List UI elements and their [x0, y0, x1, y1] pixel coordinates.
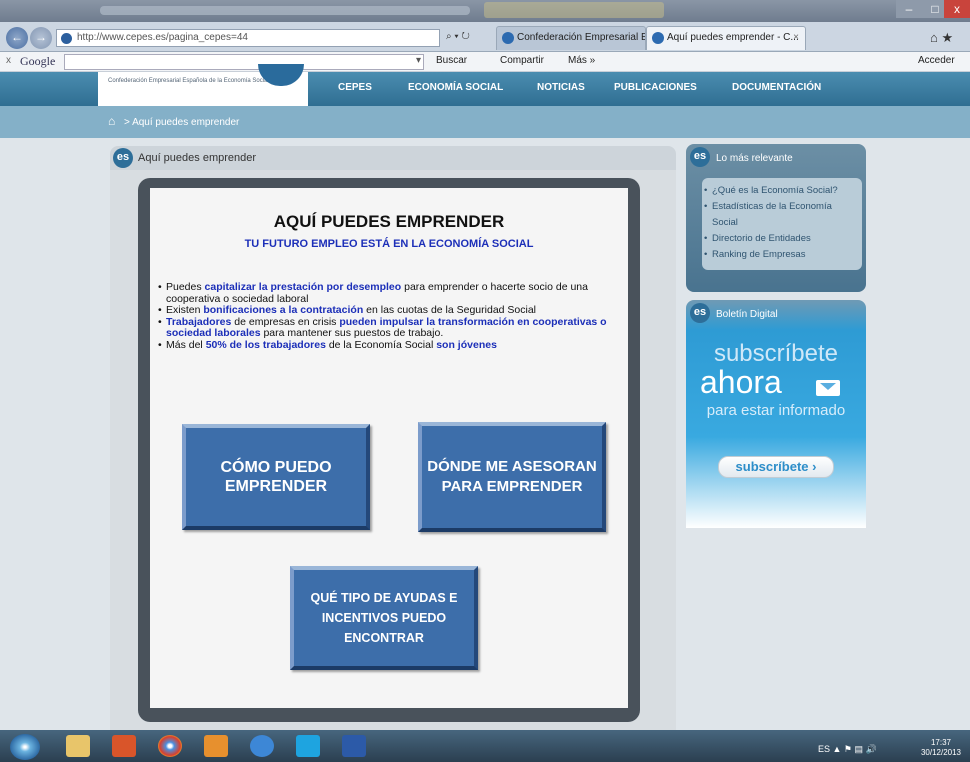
chevron-down-icon[interactable]: ▾	[416, 55, 421, 66]
tab-label: Confederación Empresarial Esp...	[517, 32, 645, 43]
relevante-item-ranking[interactable]: Ranking de Empresas	[704, 247, 860, 263]
menu-economia-social[interactable]: ECONOMÍA SOCIAL	[408, 82, 503, 93]
content-header-title: Aquí puedes emprender	[138, 152, 257, 164]
como-puedo-emprender-button[interactable]: CÓMO PUEDO EMPRENDER	[182, 424, 370, 530]
bullet-highlight: bonificaciones a la contratación	[203, 304, 364, 316]
clock[interactable]: 17:37 30/12/2013	[918, 738, 964, 758]
internet-explorer-icon[interactable]	[250, 735, 274, 757]
word-icon[interactable]	[342, 735, 366, 757]
list-item: Puedes capitalizar la prestación por des…	[158, 281, 618, 305]
subscribe-button[interactable]: subscríbete ›	[718, 456, 834, 478]
boletin-title: Boletín Digital	[716, 309, 778, 320]
back-button[interactable]: ←	[6, 27, 28, 49]
logo-text: Confederación Empresarial Española de la…	[108, 78, 269, 84]
tab-aqui-puedes-emprender[interactable]: Aquí puedes emprender - C... ×	[646, 26, 806, 50]
address-text: http://www.cepes.es/pagina_cepes=44	[77, 32, 248, 43]
list-item: Más del 50% de los trabajadores de la Ec…	[158, 338, 618, 352]
menu-noticias[interactable]: NOTICIAS	[537, 82, 585, 93]
bullet-highlight: Trabajadores	[166, 315, 232, 328]
es-logo-icon: es	[690, 147, 710, 167]
system-tray[interactable]: ES ▲ ⚑ ▤ 🔊	[818, 744, 877, 755]
menu-cepes[interactable]: CEPES	[338, 82, 372, 93]
bullet-highlight: son jóvenes	[436, 338, 497, 351]
toolbar-close-icon[interactable]: x	[6, 55, 11, 66]
bullet-text: para mantener sus puestos de trabajo.	[260, 327, 444, 339]
minimize-button[interactable]: –	[896, 0, 922, 18]
window-title	[100, 6, 470, 15]
google-search-input[interactable]	[64, 54, 424, 70]
content-header: es Aquí puedes emprender	[110, 146, 676, 170]
es-logo-icon: es	[690, 303, 710, 323]
bullet-text: de empresas en crisis	[231, 315, 340, 328]
start-button-icon[interactable]	[10, 734, 40, 760]
address-bar[interactable]: http://www.cepes.es/pagina_cepes=44	[56, 29, 440, 47]
relevante-item-directorio[interactable]: Directorio de Entidades	[704, 231, 860, 247]
tab-label: Aquí puedes emprender - C...	[667, 32, 799, 43]
acceder-button[interactable]: Acceder	[918, 55, 955, 66]
language-indicator[interactable]: ES	[818, 744, 830, 754]
bullet-highlight: capitalizar la prestación por desempleo	[204, 281, 402, 293]
title-highlight	[484, 2, 664, 18]
page-title: AQUÍ PUEDES EMPRENDER	[273, 212, 505, 231]
clock-date: 30/12/2013	[920, 748, 962, 757]
window-titlebar: – □ x	[0, 0, 970, 22]
forward-button[interactable]: →	[30, 27, 52, 49]
chrome-icon[interactable]	[158, 735, 182, 757]
list-item: Trabajadores de empresas en crisis puede…	[158, 315, 618, 340]
page-subtitle: TU FUTURO EMPLEO ESTÁ EN LA ECONOMÍA SOC…	[244, 238, 534, 250]
home-icon[interactable]: ⌂	[108, 114, 121, 128]
browser-navbar: ← → http://www.cepes.es/pagina_cepes=44 …	[0, 22, 970, 52]
subscribe-ahora: ahora	[700, 364, 782, 400]
ayudas-incentivos-button[interactable]: QUÉ TIPO DE AYUDAS E INCENTIVOS PUEDO EN…	[290, 566, 478, 670]
bullet-text: Existen	[166, 304, 204, 316]
menu-publicaciones[interactable]: PUBLICACIONES	[614, 82, 697, 93]
tab-favicon-icon	[502, 32, 514, 44]
relevante-list: ¿Qué es la Economía Social? Estadísticas…	[704, 183, 860, 263]
subscribe-tagline: para estar informado	[706, 402, 846, 419]
home-star-icons[interactable]: ⌂ ★	[930, 30, 953, 46]
tab-close-icon[interactable]: ×	[793, 27, 799, 49]
tab-favicon-icon	[652, 32, 664, 44]
google-logo: Google	[20, 54, 56, 68]
google-toolbar: x Google ▾ Buscar Compartir Más » Accede…	[0, 52, 970, 72]
search-refresh-controls[interactable]: ⌕ ▾ ↻	[446, 31, 470, 42]
donde-me-asesoran-button[interactable]: DÓNDE ME ASESORAN PARA EMPRENDER	[418, 422, 606, 532]
media-player-icon[interactable]	[112, 735, 136, 757]
bullet-text: Más del	[166, 338, 206, 351]
site-logo[interactable]: Confederación Empresarial Española de la…	[98, 64, 308, 106]
site-favicon-icon	[61, 33, 72, 44]
outlook-icon[interactable]	[204, 735, 228, 757]
clock-time: 17:37	[930, 738, 952, 747]
mas-button[interactable]: Más »	[568, 55, 595, 66]
bullet-highlight: 50% de los trabajadores	[205, 338, 326, 351]
skype-icon[interactable]	[296, 735, 320, 757]
menu-documentacion[interactable]: DOCUMENTACIÓN	[732, 82, 821, 93]
relevante-item-que-es[interactable]: ¿Qué es la Economía Social?	[704, 183, 860, 199]
es-logo-icon: es	[113, 148, 133, 168]
relevante-item-estadisticas[interactable]: Estadísticas de la Economía Social	[704, 199, 860, 231]
breadcrumb: > Aquí puedes emprender	[124, 117, 240, 128]
buscar-button[interactable]: Buscar	[436, 55, 467, 66]
tab-confederacion[interactable]: Confederación Empresarial Esp...	[496, 26, 646, 50]
relevante-title: Lo más relevante	[716, 153, 793, 164]
explorer-icon[interactable]	[66, 735, 90, 757]
benefits-list: Puedes capitalizar la prestación por des…	[158, 281, 618, 352]
bullet-text: Puedes	[166, 281, 205, 293]
compartir-button[interactable]: Compartir	[500, 55, 544, 66]
envelope-icon	[816, 380, 840, 396]
bullet-text: de la Economía Social	[325, 338, 437, 351]
bullet-text: en las cuotas de la Seguridad Social	[363, 304, 537, 316]
close-button[interactable]: x	[944, 0, 970, 18]
